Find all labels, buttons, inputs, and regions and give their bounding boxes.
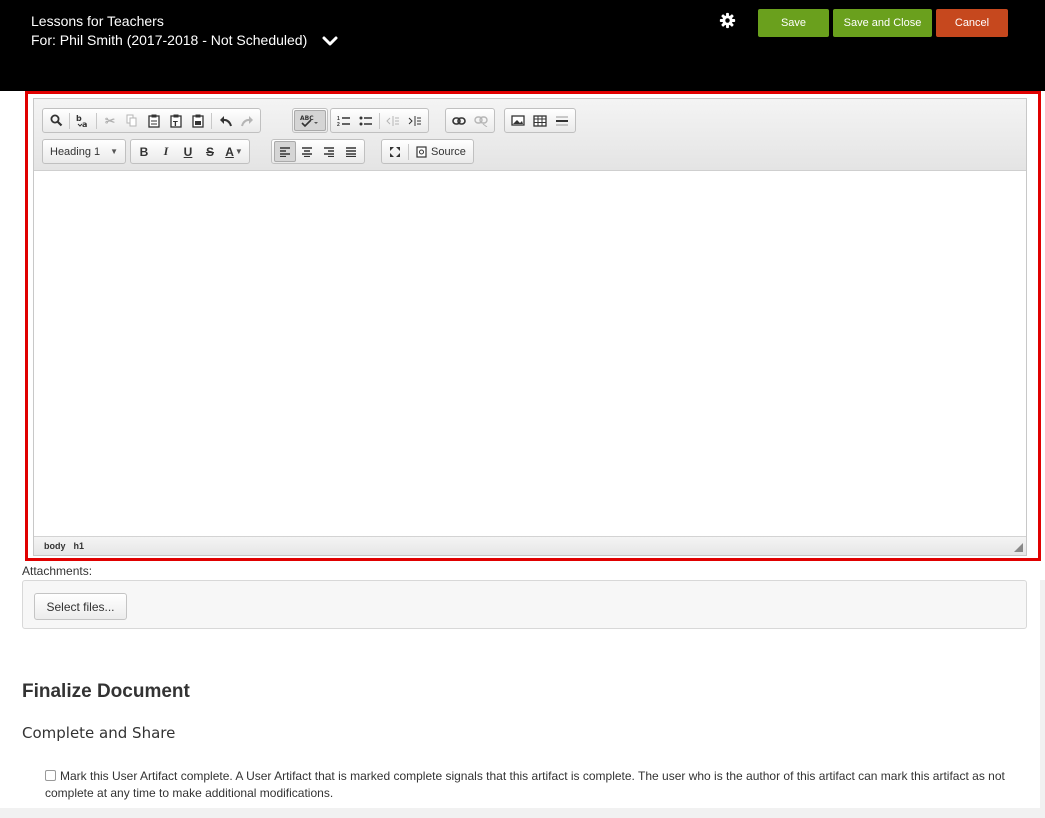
align-right-icon[interactable] xyxy=(318,141,340,162)
save-and-close-button[interactable]: Save and Close xyxy=(833,9,932,37)
finalize-heading: Finalize Document xyxy=(22,681,190,702)
path-item-body[interactable]: body xyxy=(44,541,66,551)
numbered-list-icon[interactable]: 12 xyxy=(333,110,355,131)
path-item-h1[interactable]: h1 xyxy=(74,541,85,551)
maximize-icon[interactable] xyxy=(384,141,406,162)
context-selector[interactable]: For: Phil Smith (2017-2018 - Not Schedul… xyxy=(31,30,339,50)
find-icon[interactable] xyxy=(45,110,67,131)
toolbar-separator xyxy=(408,143,409,160)
editor-highlight-frame: ba ✂ T ABC 1 2 Heading 1 ▼ B I U S A ▼ S… xyxy=(25,91,1041,561)
bullet-list-icon[interactable] xyxy=(355,110,377,131)
toolbar-group-lists: 12 xyxy=(330,108,429,133)
toolbar-group-insert xyxy=(504,108,576,133)
underline-button[interactable]: U xyxy=(177,141,199,162)
save-button[interactable]: Save xyxy=(758,9,829,37)
mark-complete-text: Mark this User Artifact complete. A User… xyxy=(45,769,1005,800)
rich-text-editor: ba ✂ T ABC 1 2 Heading 1 ▼ B I U S A ▼ S… xyxy=(33,98,1027,556)
format-select-value: Heading 1 xyxy=(50,145,101,158)
toolbar-group-links xyxy=(445,108,495,133)
bold-button[interactable]: B xyxy=(133,141,155,162)
page-title: Lessons for Teachers xyxy=(31,13,164,29)
toolbar-separator xyxy=(96,112,97,129)
source-label: Source xyxy=(431,145,466,158)
attachments-label: Attachments: xyxy=(22,564,93,578)
cancel-button[interactable]: Cancel xyxy=(936,9,1008,37)
paste-word-icon[interactable] xyxy=(187,110,209,131)
toolbar-group-basicstyles: B I U S A ▼ xyxy=(130,139,250,164)
align-left-icon[interactable] xyxy=(274,141,296,162)
editor-content-area[interactable] xyxy=(34,172,1026,537)
strikethrough-button[interactable]: S xyxy=(199,141,221,162)
copy-icon[interactable] xyxy=(121,110,143,131)
replace-icon[interactable]: ba xyxy=(72,110,94,131)
table-icon[interactable] xyxy=(529,110,551,131)
italic-button[interactable]: I xyxy=(155,141,177,162)
caret-down-icon: ▼ xyxy=(110,147,118,156)
header-bar: Lessons for Teachers For: Phil Smith (20… xyxy=(0,0,1045,91)
mark-complete-checkbox[interactable] xyxy=(45,770,56,781)
unlink-icon[interactable] xyxy=(470,110,492,131)
svg-text:T: T xyxy=(173,120,178,128)
attachments-dropzone: Select files... xyxy=(22,580,1027,629)
svg-text:2: 2 xyxy=(337,122,340,127)
toolbar-group-edit: ba ✂ T xyxy=(42,108,261,133)
text-color-button[interactable]: A ▼ xyxy=(221,141,247,162)
text-color-label: A xyxy=(225,144,234,159)
toolbar-group-spellcheck: ABC xyxy=(292,108,328,133)
resize-grip-icon[interactable] xyxy=(1014,543,1023,552)
chevron-down-icon[interactable] xyxy=(321,32,339,50)
gear-icon[interactable] xyxy=(719,12,736,29)
editor-toolbar: ba ✂ T ABC 1 2 Heading 1 ▼ B I U S A ▼ S… xyxy=(34,99,1026,171)
mark-complete-option: Mark this User Artifact complete. A User… xyxy=(45,768,1005,802)
indent-icon[interactable] xyxy=(404,110,426,131)
outdent-icon[interactable] xyxy=(382,110,404,131)
caret-down-icon: ▼ xyxy=(234,147,243,156)
spellcheck-icon[interactable]: ABC xyxy=(294,110,326,131)
svg-text:a: a xyxy=(82,120,87,128)
horizontal-rule-icon[interactable] xyxy=(551,110,573,131)
toolbar-separator xyxy=(211,112,212,129)
select-files-button[interactable]: Select files... xyxy=(34,593,127,620)
redo-icon[interactable] xyxy=(236,110,258,131)
link-icon[interactable] xyxy=(448,110,470,131)
context-label: For: Phil Smith (2017-2018 - Not Schedul… xyxy=(31,32,308,48)
toolbar-group-align xyxy=(271,139,365,164)
svg-text:ABC: ABC xyxy=(300,115,314,122)
undo-icon[interactable] xyxy=(214,110,236,131)
toolbar-separator xyxy=(69,112,70,129)
align-center-icon[interactable] xyxy=(296,141,318,162)
page-footer-band xyxy=(0,808,1045,818)
toolbar-group-tools: Source xyxy=(381,139,474,164)
toolbar-separator xyxy=(379,112,380,129)
align-justify-icon[interactable] xyxy=(340,141,362,162)
source-icon xyxy=(416,145,427,158)
complete-share-subheading: Complete and Share xyxy=(22,724,176,742)
page-edge xyxy=(1040,580,1045,808)
source-button[interactable]: Source xyxy=(411,141,471,162)
element-path-bar: body h1 xyxy=(34,536,1026,555)
cut-icon[interactable]: ✂ xyxy=(99,110,121,131)
format-select[interactable]: Heading 1 ▼ xyxy=(42,139,126,164)
paste-text-icon[interactable]: T xyxy=(165,110,187,131)
paste-icon[interactable] xyxy=(143,110,165,131)
image-icon[interactable] xyxy=(507,110,529,131)
